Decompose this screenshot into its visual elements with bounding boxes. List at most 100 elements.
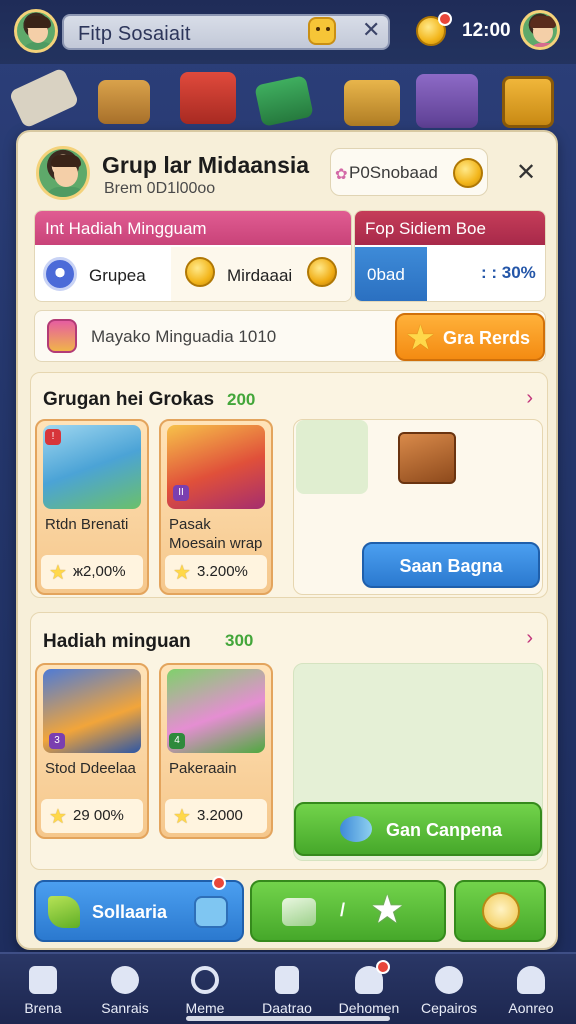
item-name: Pakeraain [169,760,237,777]
item-price: ★ ж2,00% [41,555,143,589]
background-box-icon [180,72,236,124]
reward-item-card[interactable]: 3 Stod Ddeelaa ★ 29 00% [35,663,149,839]
nav-item-settings[interactable]: Cepairos [408,962,490,1024]
notification-badge [212,876,226,890]
leaderboard-header: Fop Sidiem Boe [355,211,545,245]
top-bar: Fitp Sosaiait ✕ 12:00 [0,0,576,64]
gift-crate-icon [398,432,456,484]
chevron-right-icon[interactable]: › [526,387,533,410]
nav-item-search[interactable]: Meme [164,962,246,1024]
friend-avatar[interactable] [520,10,560,50]
group-round-icon [43,257,77,291]
stat-value: : : 30% [481,263,536,282]
campaign-button[interactable]: Gan Canpena [294,802,542,856]
section-count: 200 [227,390,256,409]
close-panel-icon[interactable]: ✕ [516,158,536,187]
home-indicator [186,1016,390,1021]
section-title: Grugan hei Grokas [43,389,215,410]
nav-item-home[interactable]: Brena [2,962,84,1024]
jar-icon [47,319,77,353]
emoji-icon[interactable] [308,17,336,45]
nav-item-social[interactable]: Sanrais [84,962,166,1024]
campaign-preview-area: Gan Canpena [293,663,543,861]
coin-icon [185,257,215,287]
send-reward-button[interactable]: Saan Bagna [362,542,540,588]
nav-label: Cepairos [420,1000,478,1016]
reward-preview-area: Saan Bagna [293,419,543,595]
reward-item-card[interactable]: ! Rtdn Brenati ★ ж2,00% [35,419,149,595]
solidarity-label: Sollaaria [92,902,168,922]
weekly-reward-tab[interactable]: Int Hadiah Mingguam Grupea Mirdaaai [34,210,352,302]
star-icon: ★ [49,562,67,584]
nav-item-phone[interactable]: Daatrao [246,962,328,1024]
section-count: 300 [225,631,254,650]
weekly-reward-header: Int Hadiah Mingguam [35,211,351,245]
star-icon: ★ [372,891,403,929]
panel-title: Grup lar Midaansia [102,152,310,178]
item-price-value: ж2,00% [73,563,126,580]
star-icon: ★ [407,322,434,355]
reward-item-card[interactable]: II Pasak Moesain wrap ★ 3.200% [159,419,273,595]
tag-icon: II [173,485,189,501]
search-icon [191,966,219,994]
panel-subtitle: Brem 0D1l00oo [104,180,216,197]
cube-icon [282,898,316,926]
item-name: Stod Ddeelaa [45,760,136,777]
item-price: ★ 29 00% [41,799,143,833]
tag-icon: ! [45,429,61,445]
background-scroll-icon [8,67,80,129]
flower-icon: ✿ [335,166,348,183]
group-rewards-section: Grugan hei Grokas 200 › ! Rtdn Brenati ★… [30,372,548,598]
item-price: ★ 3.200% [165,555,267,589]
group-badge[interactable]: ✿ P0Snobaad [330,148,488,196]
group-panel: Grup lar Midaansia Brem 0D1l00oo ✿ P0Sno… [16,130,558,950]
campaign-label: Gan Canpena [386,820,503,840]
close-icon[interactable]: ✕ [362,17,380,43]
group-label[interactable]: Grupea [89,266,146,301]
separator-label: / [340,900,346,920]
nav-label: Sanrais [101,1000,149,1016]
bottom-nav: Brena Sanrais Meme Daatrao Dehomen Cepai… [0,952,576,1024]
weekly-label[interactable]: Mirdaaai [227,266,292,301]
user-avatar[interactable] [14,9,58,53]
coin-icon[interactable] [416,12,452,48]
coin-icon [453,158,483,188]
title-pill[interactable]: Fitp Sosaiait [62,14,390,50]
notification-badge [376,960,390,974]
section-title: Hadiah minguan [43,631,191,652]
group-badge-label: P0Snobaad [349,163,438,182]
emote-button[interactable] [454,880,546,942]
leaderboard-tab[interactable]: Fop Sidiem Boe 0bad : : 30% [354,210,546,302]
item-price: ★ 3.2000 [165,799,267,833]
item-price-value: 29 00% [73,807,124,824]
star-icon: ★ [173,806,191,828]
nav-item-gift[interactable]: Dehomen [328,960,410,1024]
gift-send-button[interactable]: / ★ [250,880,446,942]
solidarity-button[interactable]: Sollaaria [34,876,244,942]
stat-label: 0bad [355,247,427,301]
face-icon [482,892,520,930]
get-rewards-button[interactable]: ★ Gra Rerds [395,313,545,361]
background-crate-icon [502,76,554,128]
nav-item-profile[interactable]: Aonreo [490,962,572,1024]
nav-label: Daatrao [262,1000,312,1016]
background-toy-icon [344,80,400,126]
background-machine-icon [416,74,478,128]
item-price-value: 3.2000 [197,807,243,824]
heart-chat-icon [111,966,139,994]
fish-icon [340,816,372,842]
coin-bag-icon [307,257,337,287]
weekly-progress-row: Mayako Minguadia 1010 ★ Gra Rerds [34,310,546,362]
gear-icon [435,966,463,994]
weekly-rewards-section: Hadiah minguan 300 › 3 Stod Ddeelaa ★ 29… [30,612,548,870]
reward-item-card[interactable]: 4 Pakeraain ★ 3.2000 [159,663,273,839]
item-name: Rtdn Brenati [45,516,129,533]
get-rewards-label: Gra Rerds [443,328,531,348]
coin-count: 12:00 [462,20,511,41]
tag-icon: 3 [49,733,65,749]
preview-thumb [296,420,368,494]
home-icon [29,966,57,994]
chevron-right-icon[interactable]: › [526,627,533,650]
item-price-value: 3.200% [197,563,248,580]
background-chest-icon [98,80,150,124]
